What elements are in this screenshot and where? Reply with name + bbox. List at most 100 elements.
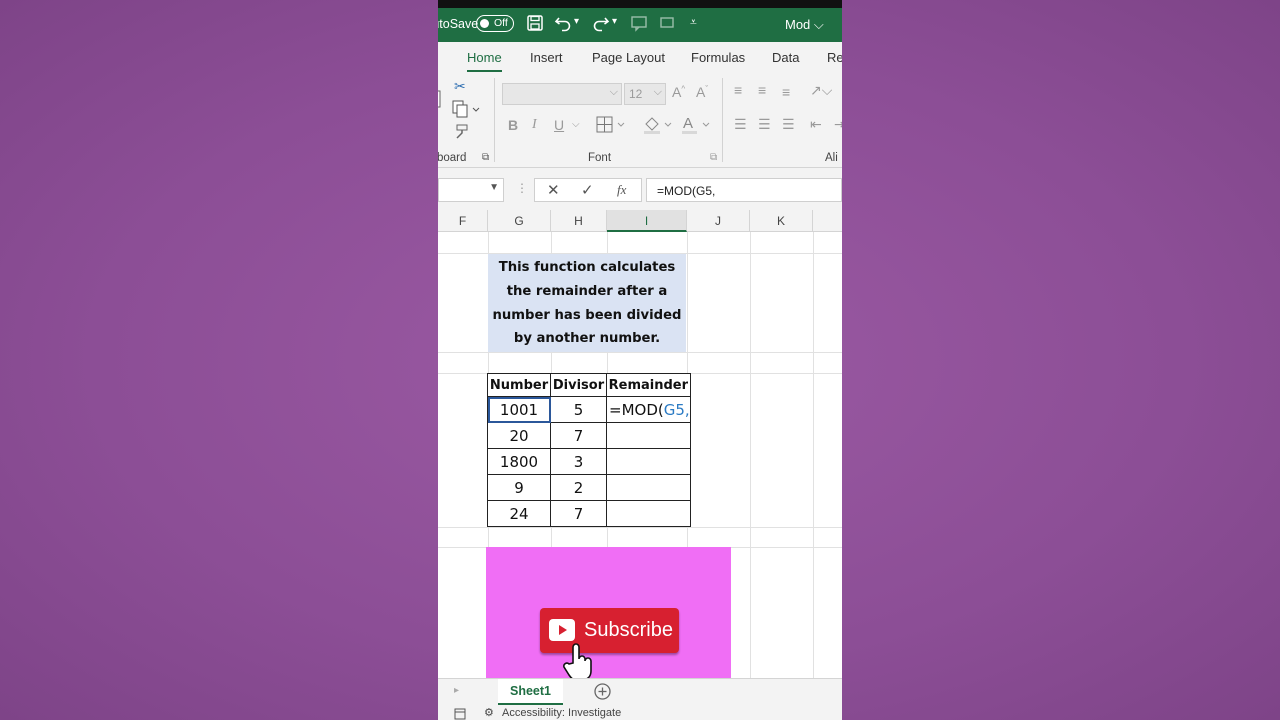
increase-indent-icon[interactable]: ⇥: [834, 116, 842, 133]
formula-separator: ,: [684, 400, 690, 419]
chevron-down-icon[interactable]: ⌵: [572, 119, 580, 130]
formula-buttons: ✕ ✓ fx: [534, 178, 642, 202]
sheet-bar: ▸ Sheet1: [438, 678, 842, 706]
undo-icon[interactable]: [554, 14, 572, 37]
top-edge: [438, 0, 842, 8]
align-center-icon[interactable]: ☰: [758, 116, 771, 133]
cell-remainder[interactable]: [606, 422, 691, 449]
font-launcher-icon[interactable]: ⧉: [710, 152, 717, 163]
font-name-box[interactable]: ⌵: [502, 83, 622, 105]
bold-button[interactable]: B: [508, 117, 518, 133]
insert-function-icon[interactable]: fx: [617, 182, 626, 198]
accessibility-status[interactable]: Accessibility: Investigate: [502, 707, 621, 719]
cancel-icon[interactable]: ✕: [547, 181, 560, 199]
customize-toolbar-icon[interactable]: ⩡: [690, 15, 697, 30]
sheet-tab-sheet1[interactable]: Sheet1: [498, 679, 563, 705]
cell-remainder[interactable]: [606, 474, 691, 501]
touch-mode-icon[interactable]: [658, 14, 676, 37]
redo-dropdown-icon[interactable]: ▾: [612, 16, 617, 27]
gridline: [438, 527, 842, 528]
formula-reference: G5: [663, 400, 685, 419]
clipboard-group-label: board: [438, 152, 467, 164]
orientation-icon[interactable]: ↗⌵: [810, 82, 832, 99]
cell-number[interactable]: 1001: [487, 396, 551, 423]
note-line: number has been divided: [492, 307, 682, 323]
align-left-icon[interactable]: ☰: [734, 116, 747, 133]
fill-color-icon[interactable]: [643, 116, 675, 137]
tab-review[interactable]: Re: [827, 50, 842, 65]
chevron-down-icon: ▼: [489, 182, 499, 193]
formula-text: =MOD(: [609, 400, 664, 419]
save-icon[interactable]: [526, 14, 544, 37]
borders-icon[interactable]: [596, 116, 628, 137]
cell-divisor[interactable]: 5: [550, 396, 607, 423]
formula-bar: ▼ ⋮ ✕ ✓ fx =MOD(G5,: [438, 168, 842, 210]
chevron-down-icon: ⌵: [653, 86, 662, 98]
paste-icon[interactable]: [438, 90, 444, 111]
tab-page-layout[interactable]: Page Layout: [592, 50, 665, 65]
add-sheet-icon[interactable]: [594, 683, 611, 703]
italic-button[interactable]: I: [532, 117, 537, 133]
font-color-icon[interactable]: A: [681, 115, 713, 138]
format-painter-icon[interactable]: [453, 124, 469, 143]
underline-button[interactable]: U: [554, 117, 564, 133]
decrease-font-icon[interactable]: Aˇ: [696, 84, 708, 100]
cell-divisor[interactable]: 7: [550, 500, 607, 527]
font-size-box[interactable]: 12 ⌵: [624, 83, 666, 105]
column-header-i[interactable]: I: [607, 210, 687, 232]
column-header-g[interactable]: G: [488, 210, 551, 232]
subscribe-button[interactable]: Subscribe: [540, 608, 679, 653]
accessibility-icon[interactable]: ⚙: [484, 706, 494, 719]
table-row: 1800 3: [487, 448, 691, 475]
chevron-down-icon: ⌵: [813, 17, 824, 32]
column-header-k[interactable]: K: [750, 210, 813, 232]
cell-remainder[interactable]: [606, 500, 691, 527]
cell-divisor[interactable]: 2: [550, 474, 607, 501]
cell-number[interactable]: 24: [487, 500, 551, 527]
decrease-indent-icon[interactable]: ⇤: [810, 116, 822, 133]
header-number[interactable]: Number: [487, 373, 551, 397]
tab-data[interactable]: Data: [772, 50, 799, 65]
align-bottom-icon[interactable]: ≡: [782, 84, 790, 100]
formula-input[interactable]: =MOD(G5,: [646, 178, 842, 202]
column-header-h[interactable]: H: [551, 210, 607, 232]
clipboard-launcher-icon[interactable]: ⧉: [482, 152, 489, 163]
table-header-row: Number Divisor Remainder: [487, 373, 691, 397]
header-remainder[interactable]: Remainder: [606, 373, 691, 397]
increase-font-icon[interactable]: A^: [672, 84, 685, 100]
undo-dropdown-icon[interactable]: ▾: [574, 16, 579, 27]
cut-icon[interactable]: ✂: [454, 78, 466, 95]
name-box[interactable]: ▼: [438, 178, 504, 202]
align-right-icon[interactable]: ☰: [782, 116, 795, 133]
ribbon-separator: [722, 78, 723, 162]
copy-icon[interactable]: [452, 100, 480, 121]
tab-insert[interactable]: Insert: [530, 50, 563, 65]
column-header-j[interactable]: J: [687, 210, 750, 232]
gridline: [750, 232, 751, 678]
tab-home[interactable]: Home: [467, 50, 502, 73]
align-middle-icon[interactable]: ≡: [758, 82, 766, 98]
enter-icon[interactable]: ✓: [581, 181, 594, 199]
cell-divisor[interactable]: 3: [550, 448, 607, 475]
autosave-toggle[interactable]: Off: [476, 15, 514, 32]
ribbon: ✂ board ⧉ ⌵ 12 ⌵ A^ Aˇ B I U ⌵ A Font ⧉ …: [438, 72, 842, 168]
cell-number[interactable]: 1800: [487, 448, 551, 475]
column-header-f[interactable]: F: [438, 210, 488, 232]
cell-number[interactable]: 9: [487, 474, 551, 501]
sheet-scroll-icon[interactable]: ▸: [454, 685, 459, 696]
worksheet-grid[interactable]: This function calculates the remainder a…: [438, 232, 842, 681]
cell-remainder-editing[interactable]: =MOD(G5,: [606, 396, 691, 423]
tab-formulas[interactable]: Formulas: [691, 50, 745, 65]
cell-number[interactable]: 20: [487, 422, 551, 449]
document-name[interactable]: Mod ⌵: [785, 17, 824, 33]
svg-text:A: A: [683, 115, 693, 132]
comment-icon[interactable]: [630, 14, 648, 37]
align-top-icon[interactable]: ≡: [734, 82, 742, 98]
autosave-label: AutoSave: [438, 17, 479, 31]
cell-divisor[interactable]: 7: [550, 422, 607, 449]
cell-remainder[interactable]: [606, 448, 691, 475]
subscribe-promo: Subscribe: [486, 547, 731, 681]
header-divisor[interactable]: Divisor: [550, 373, 607, 397]
ribbon-tabs: Home Insert Page Layout Formulas Data Re: [438, 42, 842, 73]
redo-icon[interactable]: [592, 14, 610, 37]
